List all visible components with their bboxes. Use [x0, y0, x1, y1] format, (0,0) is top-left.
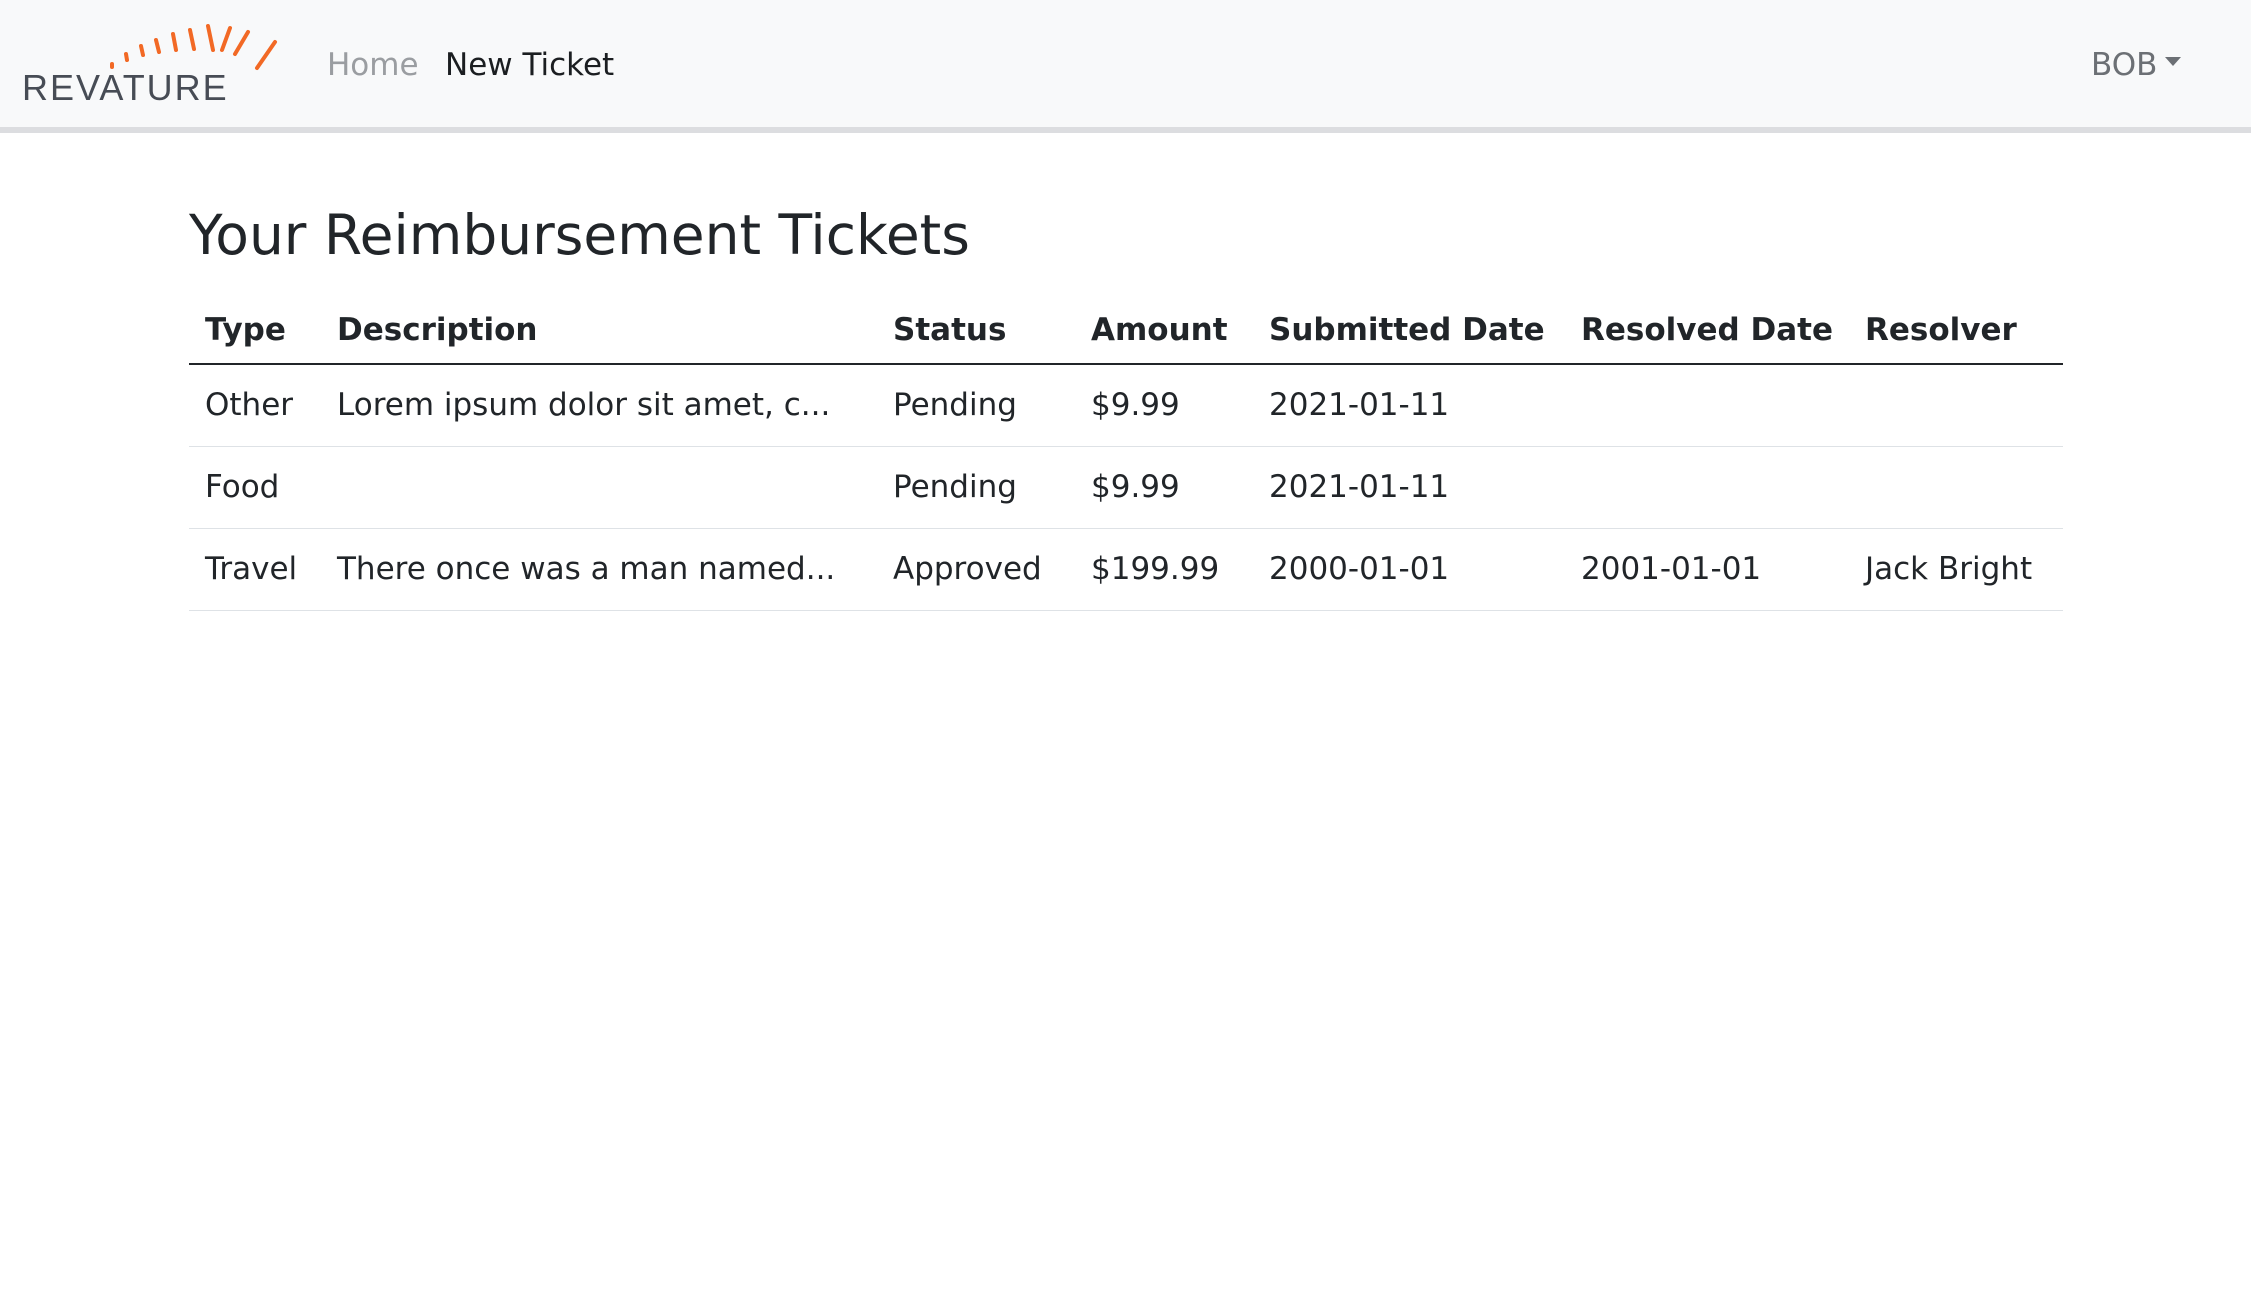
- cell-resolver: [1849, 364, 2063, 447]
- cell-type: Other: [189, 364, 321, 447]
- page-title: Your Reimbursement Tickets: [189, 203, 970, 267]
- user-name: BOB: [2091, 47, 2158, 83]
- column-header-type: Type: [189, 296, 321, 365]
- cell-resolver: Jack Bright: [1849, 528, 2063, 611]
- cell-description: [321, 446, 877, 529]
- cell-submitted-date: 2021-01-11: [1253, 364, 1565, 447]
- table-header-row: Type Description Status Amount Submitted…: [189, 296, 2063, 365]
- cell-amount: $9.99: [1075, 364, 1253, 447]
- cell-status: Pending: [877, 446, 1075, 529]
- cell-amount: $9.99: [1075, 446, 1253, 529]
- cell-resolver: [1849, 446, 2063, 529]
- navbar: REVATURE Home New Ticket BOB: [0, 0, 2251, 133]
- caret-down-icon: [2165, 57, 2182, 66]
- cell-status: Approved: [877, 528, 1075, 611]
- cell-type: Travel: [189, 528, 321, 611]
- cell-submitted-date: 2021-01-11: [1253, 446, 1565, 529]
- table-row[interactable]: Other Lorem ipsum dolor sit amet, c... P…: [189, 364, 2063, 447]
- nav-home-link[interactable]: Home: [327, 50, 419, 81]
- tickets-table: Type Description Status Amount Submitted…: [189, 296, 2063, 611]
- column-header-submitted-date: Submitted Date: [1253, 296, 1565, 365]
- column-header-status: Status: [877, 296, 1075, 365]
- column-header-resolved-date: Resolved Date: [1565, 296, 1849, 365]
- nav-new-ticket-link[interactable]: New Ticket: [445, 50, 614, 81]
- cell-type: Food: [189, 446, 321, 529]
- table-row[interactable]: Travel There once was a man named... App…: [189, 528, 2063, 611]
- cell-submitted-date: 2000-01-01: [1253, 528, 1565, 611]
- cell-resolved-date: [1565, 446, 1849, 529]
- table-row[interactable]: Food Pending $9.99 2021-01-11: [189, 446, 2063, 529]
- brand-name: REVATURE: [22, 67, 229, 108]
- cell-status: Pending: [877, 364, 1075, 447]
- column-header-amount: Amount: [1075, 296, 1253, 365]
- column-header-resolver: Resolver: [1849, 296, 2063, 365]
- cell-amount: $199.99: [1075, 528, 1253, 611]
- column-header-description: Description: [321, 296, 877, 365]
- revature-logo[interactable]: REVATURE: [22, 24, 284, 110]
- cell-resolved-date: 2001-01-01: [1565, 528, 1849, 611]
- cell-description: Lorem ipsum dolor sit amet, c...: [321, 364, 877, 447]
- cell-description: There once was a man named...: [321, 528, 877, 611]
- cell-resolved-date: [1565, 364, 1849, 447]
- user-menu-dropdown[interactable]: BOB: [2091, 47, 2182, 83]
